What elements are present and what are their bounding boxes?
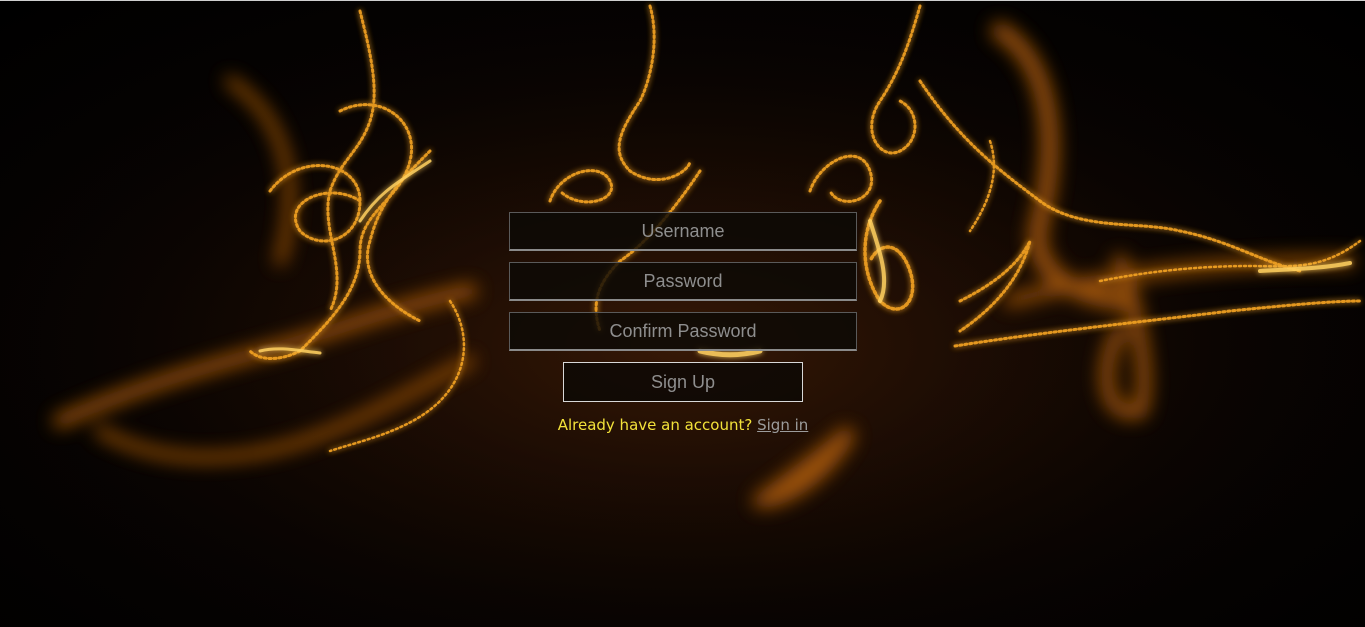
- page-background: Sign Up Already have an account? Sign in: [0, 0, 1365, 627]
- confirm-password-input[interactable]: [509, 312, 857, 351]
- password-input[interactable]: [509, 262, 857, 301]
- signin-prompt-line: Already have an account? Sign in: [509, 416, 857, 434]
- signin-prompt-text: Already have an account?: [557, 416, 753, 434]
- sign-up-button[interactable]: Sign Up: [563, 362, 803, 402]
- sign-in-link[interactable]: Sign in: [757, 416, 808, 434]
- username-input[interactable]: [509, 212, 857, 251]
- signup-form: Sign Up: [509, 212, 857, 402]
